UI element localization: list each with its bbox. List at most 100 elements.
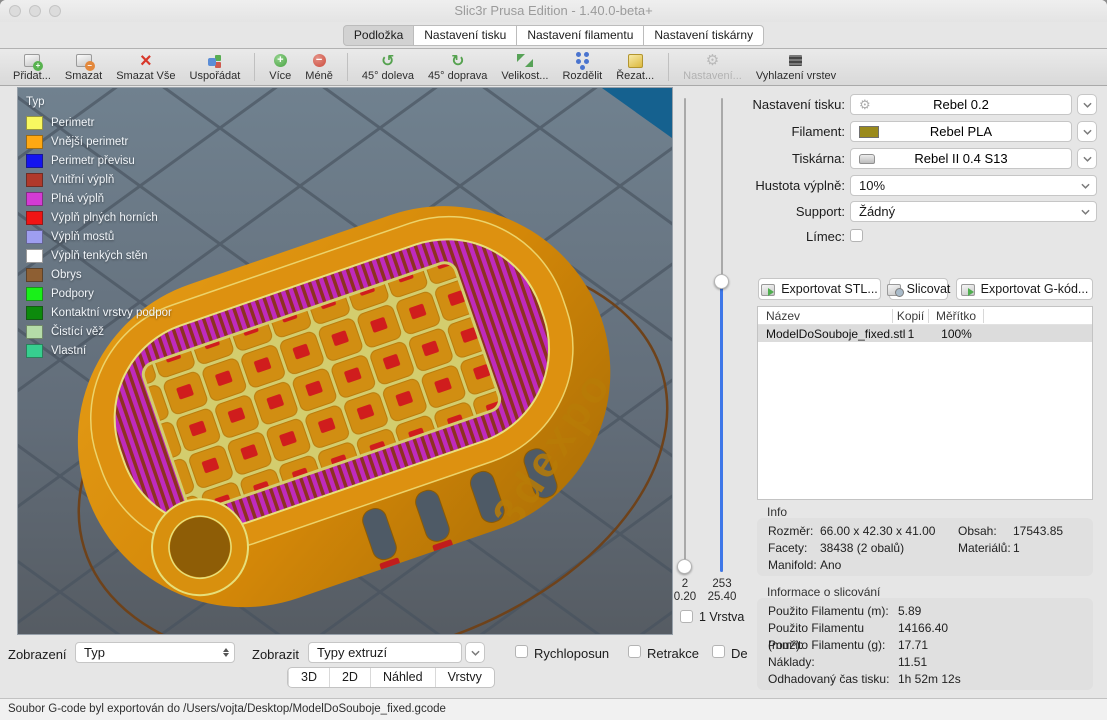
- tab-nastaveni-tisku[interactable]: Nastavení tisku: [414, 25, 517, 46]
- column-name: Název: [758, 309, 893, 323]
- toolbar-separator: [254, 53, 255, 81]
- split-button[interactable]: Rozdělit: [562, 52, 602, 82]
- arrange-button[interactable]: Uspořádat: [190, 52, 241, 82]
- legend-color-swatch: [26, 306, 43, 320]
- mode-preview-button[interactable]: Náhled: [370, 668, 435, 687]
- slider-top-layer-number: 253: [705, 578, 739, 590]
- arrange-icon: [205, 52, 225, 69]
- viewport-3d[interactable]: 3dexpo Typ Perimetr Vnější perimetr: [18, 88, 672, 634]
- tab-nastaveni-filamentu[interactable]: Nastavení filamentu: [517, 25, 644, 46]
- show-features-combo[interactable]: Typy extruzí: [308, 642, 462, 663]
- layer-slider-bottom-thumb[interactable]: [677, 559, 692, 574]
- brim-checkbox[interactable]: [850, 229, 863, 242]
- preset-combo[interactable]: Rebel 0.2: [850, 94, 1072, 115]
- delete-all-button[interactable]: Smazat Vše: [116, 52, 175, 82]
- chevron-down-icon: [471, 650, 480, 656]
- slicing-section-title: Informace o slicování: [767, 585, 880, 599]
- statusbar: Soubor G-code byl exportován do /Users/v…: [0, 698, 1107, 720]
- info-section-title: Info: [767, 505, 787, 519]
- mode-2d-button[interactable]: 2D: [329, 668, 370, 687]
- infill-density-dropdown[interactable]: 10%: [850, 175, 1097, 196]
- legend-color-swatch: [26, 325, 43, 339]
- legend-item: Perimetr převisu: [26, 151, 172, 170]
- infill-density-label: Hustota výplně:: [755, 178, 845, 193]
- slicing-info-box: Použito Filamentu (m): 5.89 Použito Fila…: [757, 598, 1093, 690]
- preset-row: Tiskárna: Rebel II 0.4 S13: [745, 148, 1107, 169]
- preset-combo[interactable]: Rebel II 0.4 S13: [850, 148, 1072, 169]
- info-row: Manifold: Ano: [768, 557, 1093, 574]
- slice-button[interactable]: Slicovat: [889, 278, 948, 300]
- rotate-right-icon: [448, 52, 468, 69]
- titlebar: Slic3r Prusa Edition - 1.40.0-beta+: [0, 0, 1107, 22]
- rotate-right-button[interactable]: 45° doprava: [428, 52, 487, 82]
- preset-dropdown-button[interactable]: [1077, 148, 1097, 169]
- slicing-info-row: Odhadovaný čas tisku: 1h 52m 12s: [768, 671, 1093, 688]
- add-button[interactable]: Přidat...: [13, 52, 51, 82]
- scale-button[interactable]: Velikost...: [501, 52, 548, 82]
- legend-title: Typ: [26, 96, 172, 108]
- plater-right-panel: Nastavení tisku: Rebel 0.2 Filament: Reb…: [745, 88, 1107, 698]
- brim-label: Límec:: [806, 229, 845, 244]
- tab-nastaveni-tiskarny[interactable]: Nastavení tiskárny: [644, 25, 764, 46]
- info-row: Rozměr: 66.00 x 42.30 x 41.00 Obsah: 175…: [768, 523, 1093, 540]
- delete-button[interactable]: Smazat: [65, 52, 102, 82]
- export-gcode-icon: [961, 283, 976, 296]
- legend-color-swatch: [26, 268, 43, 282]
- cut-button[interactable]: Řezat...: [616, 52, 654, 82]
- slider-bottom-layer-height: 0.20: [668, 591, 702, 603]
- view-mode-select[interactable]: Typ: [75, 642, 235, 663]
- mode-layers-button[interactable]: Vrstvy: [435, 668, 494, 687]
- layer-slider-bottom[interactable]: [684, 98, 686, 572]
- show-label: Zobrazit: [252, 647, 299, 662]
- more-copies-button[interactable]: Více: [269, 52, 291, 82]
- close-window-button[interactable]: [9, 5, 21, 17]
- layer-slider-top-thumb[interactable]: [714, 274, 729, 289]
- column-copies: Kopií: [893, 309, 929, 323]
- gear-icon: [859, 97, 871, 113]
- legend-item: Výplň tenkých stěn: [26, 246, 172, 265]
- export-stl-button[interactable]: Exportovat STL...: [758, 278, 881, 300]
- truncated-checkbox[interactable]: [712, 645, 725, 658]
- retractions-checkbox[interactable]: [628, 645, 641, 658]
- zoom-window-button[interactable]: [49, 5, 61, 17]
- legend-color-swatch: [26, 116, 43, 130]
- mode-3d-button[interactable]: 3D: [288, 668, 329, 687]
- show-features-dropdown-button[interactable]: [465, 642, 485, 663]
- legend-color-swatch: [26, 249, 43, 263]
- legend-item: Čistící věž: [26, 322, 172, 341]
- support-dropdown[interactable]: Žádný: [850, 201, 1097, 222]
- legend-item: Obrys: [26, 265, 172, 284]
- preset-dropdown-button[interactable]: [1077, 94, 1097, 115]
- preset-row: Nastavení tisku: Rebel 0.2: [745, 94, 1107, 115]
- minimize-window-button[interactable]: [29, 5, 41, 17]
- status-message: Soubor G-code byl exportován do /Users/v…: [8, 703, 446, 715]
- split-icon: [572, 52, 592, 69]
- preset-combo[interactable]: Rebel PLA: [850, 121, 1072, 142]
- view-mode-label: Zobrazení: [8, 647, 67, 662]
- window-controls: [9, 5, 61, 17]
- truncated-label: De: [731, 646, 748, 661]
- object-list-row[interactable]: ModelDoSouboje_fixed.stl 1 100%: [758, 325, 1092, 342]
- extrusion-type-legend: Typ Perimetr Vnější perimetr: [26, 96, 172, 360]
- filament-color-swatch: [859, 126, 879, 138]
- toolbar: Přidat... Smazat Smazat Vše: [0, 48, 1107, 86]
- view-mode-segmented: 3D 2D Náhled Vrstvy: [287, 667, 495, 688]
- legend-item: Plná výplň: [26, 189, 172, 208]
- preset-dropdown-button[interactable]: [1077, 121, 1097, 142]
- tab-podlozka[interactable]: Podložka: [343, 25, 414, 46]
- layers-icon: [786, 52, 806, 69]
- layer-smoothing-button[interactable]: Vyhlazení vrstev: [756, 52, 836, 82]
- rotate-left-button[interactable]: 45° doleva: [362, 52, 414, 82]
- legend-item: Vnitřní výplň: [26, 170, 172, 189]
- minus-circle-icon: [309, 52, 329, 69]
- export-gcode-button[interactable]: Exportovat G-kód...: [956, 278, 1093, 300]
- layer-slider-fill: [720, 282, 723, 572]
- legend-item: Kontaktní vrstvy podpor: [26, 303, 172, 322]
- chevron-down-icon: [1081, 209, 1090, 215]
- travel-checkbox[interactable]: [515, 645, 528, 658]
- printer-icon: [859, 154, 875, 164]
- single-layer-checkbox[interactable]: [680, 610, 693, 623]
- fewer-copies-button[interactable]: Méně: [305, 52, 333, 82]
- settings-button[interactable]: Nastavení...: [683, 52, 742, 82]
- object-list-header: Název Kopií Měřítko: [758, 307, 1092, 325]
